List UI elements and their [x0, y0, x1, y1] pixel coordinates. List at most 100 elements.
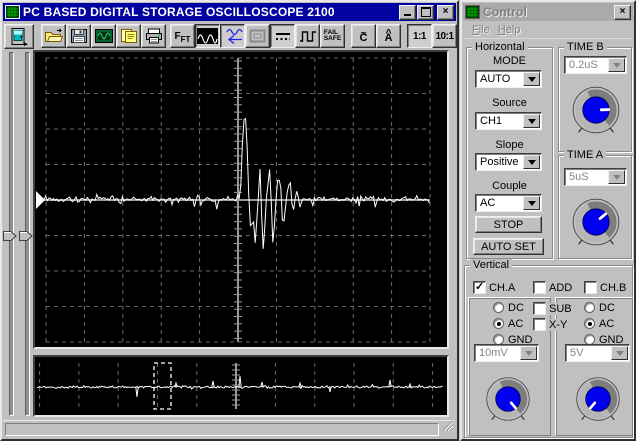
waveform-display-button[interactable]	[195, 24, 220, 48]
ch-a-dc-label: DC	[508, 302, 524, 314]
print-button[interactable]	[141, 24, 166, 48]
exit-button[interactable]	[4, 23, 34, 49]
horizontal-group: Horizontal MODE AUTO Source CH1 Slope Po…	[466, 41, 553, 259]
maximize-button[interactable]	[417, 4, 434, 20]
add-label: ADD	[549, 282, 573, 294]
overview-scope-display	[33, 355, 449, 417]
mode-select[interactable]: AUTO	[475, 70, 542, 88]
close-button[interactable]: ×	[437, 4, 454, 20]
maximize-icon	[420, 7, 431, 17]
pulse-mode-button[interactable]	[295, 24, 320, 48]
control-title: Control	[483, 5, 528, 19]
minimize-button[interactable]	[399, 4, 416, 20]
probe-1-1-button[interactable]: 1:1	[407, 24, 432, 48]
control-icon	[465, 5, 480, 19]
slope-select[interactable]: Positive	[475, 153, 542, 171]
minimize-icon	[404, 14, 411, 16]
time-a-group-label: TIME A	[564, 149, 607, 161]
xy-label: X-Y	[549, 319, 571, 331]
dropdown-arrow-icon	[520, 346, 537, 360]
ch-a-gain-knob[interactable]	[481, 372, 535, 431]
sub-checkbox[interactable]	[533, 302, 546, 315]
square-wave-icon	[299, 31, 316, 42]
line-style-icon	[275, 33, 290, 40]
save-file-button[interactable]	[66, 24, 91, 48]
recall-wave-arrow-icon	[225, 28, 243, 45]
xy-checkbox[interactable]	[533, 318, 546, 331]
time-b-group: TIME B 0.2uS	[558, 41, 632, 152]
dropdown-arrow-icon[interactable]	[523, 196, 540, 210]
fail-safe-button[interactable]: FAIL SAFE	[320, 24, 345, 48]
channel-a-position-thumb[interactable]	[3, 228, 17, 241]
source-label: Source	[492, 97, 527, 109]
vertical-group-label: Vertical	[470, 259, 513, 271]
time-a-group: TIME A 5uS	[558, 149, 632, 259]
dropdown-arrow-icon[interactable]	[523, 72, 540, 86]
ch-b-label: CH.B	[600, 282, 627, 294]
grid-icon	[249, 29, 265, 42]
sub-label: SUB	[549, 303, 575, 315]
app-icon	[5, 5, 20, 19]
calibrate-a-button[interactable]: ^ A	[376, 24, 401, 48]
dropdown-arrow-icon	[608, 170, 625, 184]
dropdown-arrow-icon[interactable]	[523, 114, 540, 128]
trigger-level-marker	[36, 191, 45, 209]
line-style-button[interactable]	[270, 24, 295, 48]
menu-file[interactable]: File	[472, 24, 490, 36]
ch-b-dc-radio[interactable]	[584, 302, 595, 313]
add-checkbox[interactable]	[533, 281, 546, 294]
accent-letter-icon: ~ C	[359, 28, 368, 44]
ch-b-dc-label: DC	[599, 302, 615, 314]
dropdown-arrow-icon	[611, 346, 628, 360]
ch-a-ac-label: AC	[508, 318, 524, 330]
vertical-group: Vertical CH.A ADD CH.B DC AC GND SUB X-Y…	[464, 259, 633, 438]
ch-b-ac-label: AC	[599, 318, 615, 330]
calibrate-c-button[interactable]: ~ C	[351, 24, 376, 48]
exit-icon	[11, 27, 28, 46]
close-icon: ×	[619, 6, 626, 17]
copy-notes-icon	[120, 29, 137, 43]
channel-b-position-thumb[interactable]	[19, 228, 33, 241]
control-close-button[interactable]: ×	[614, 4, 631, 20]
ch-b-gain-knob[interactable]	[571, 372, 625, 431]
main-titlebar[interactable]: PC BASED DIGITAL STORAGE OSCILLOSCOPE 21…	[3, 3, 456, 21]
ch-a-checkbox[interactable]	[473, 280, 486, 294]
stop-button[interactable]: STOP	[475, 216, 542, 233]
status-bar	[3, 420, 455, 438]
menu-bar: File Help	[464, 22, 632, 39]
ch-a-scale-select[interactable]: 10mV	[474, 344, 539, 362]
source-select[interactable]: CH1	[475, 112, 542, 130]
fft-button[interactable]: F FT	[170, 24, 195, 48]
horizontal-group-label: Horizontal	[472, 41, 528, 53]
toolbar: F FT FAIL SAFE ~ C ^ A 1:1 10:1	[4, 23, 457, 49]
time-b-select[interactable]: 0.2uS	[564, 56, 627, 74]
time-a-select[interactable]: 5uS	[564, 168, 627, 186]
time-b-knob[interactable]	[567, 81, 625, 144]
continuous-acquire-button[interactable]	[220, 24, 245, 48]
couple-select[interactable]: AC	[475, 194, 542, 212]
control-titlebar[interactable]: Control ×	[463, 3, 633, 21]
open-file-button[interactable]	[41, 24, 66, 48]
zoom-selection-window	[153, 362, 172, 410]
main-waveform	[35, 57, 431, 343]
mode-label: MODE	[493, 55, 526, 67]
window-title: PC BASED DIGITAL STORAGE OSCILLOSCOPE 21…	[23, 5, 335, 19]
time-a-knob[interactable]	[567, 193, 625, 256]
resize-grip-icon[interactable]	[441, 419, 454, 437]
ch-b-ac-radio[interactable]	[584, 318, 595, 329]
dropdown-arrow-icon	[608, 58, 625, 72]
auto-set-button[interactable]: AUTO SET	[473, 238, 544, 255]
ch-b-checkbox[interactable]	[584, 281, 597, 294]
menu-help[interactable]: Help	[498, 24, 521, 36]
ch-a-dc-radio[interactable]	[493, 302, 504, 313]
capture-display-button[interactable]	[91, 24, 116, 48]
probe-10-1-button[interactable]: 10:1	[432, 24, 457, 48]
dropdown-arrow-icon[interactable]	[523, 155, 540, 169]
grid-toggle-button	[245, 24, 270, 48]
overview-waveform[interactable]	[35, 357, 447, 415]
copy-notes-button[interactable]	[116, 24, 141, 48]
close-icon: ×	[442, 6, 449, 17]
ch-a-ac-radio[interactable]	[493, 318, 504, 329]
ch-b-scale-select[interactable]: 5V	[565, 344, 630, 362]
status-panel	[5, 423, 439, 436]
